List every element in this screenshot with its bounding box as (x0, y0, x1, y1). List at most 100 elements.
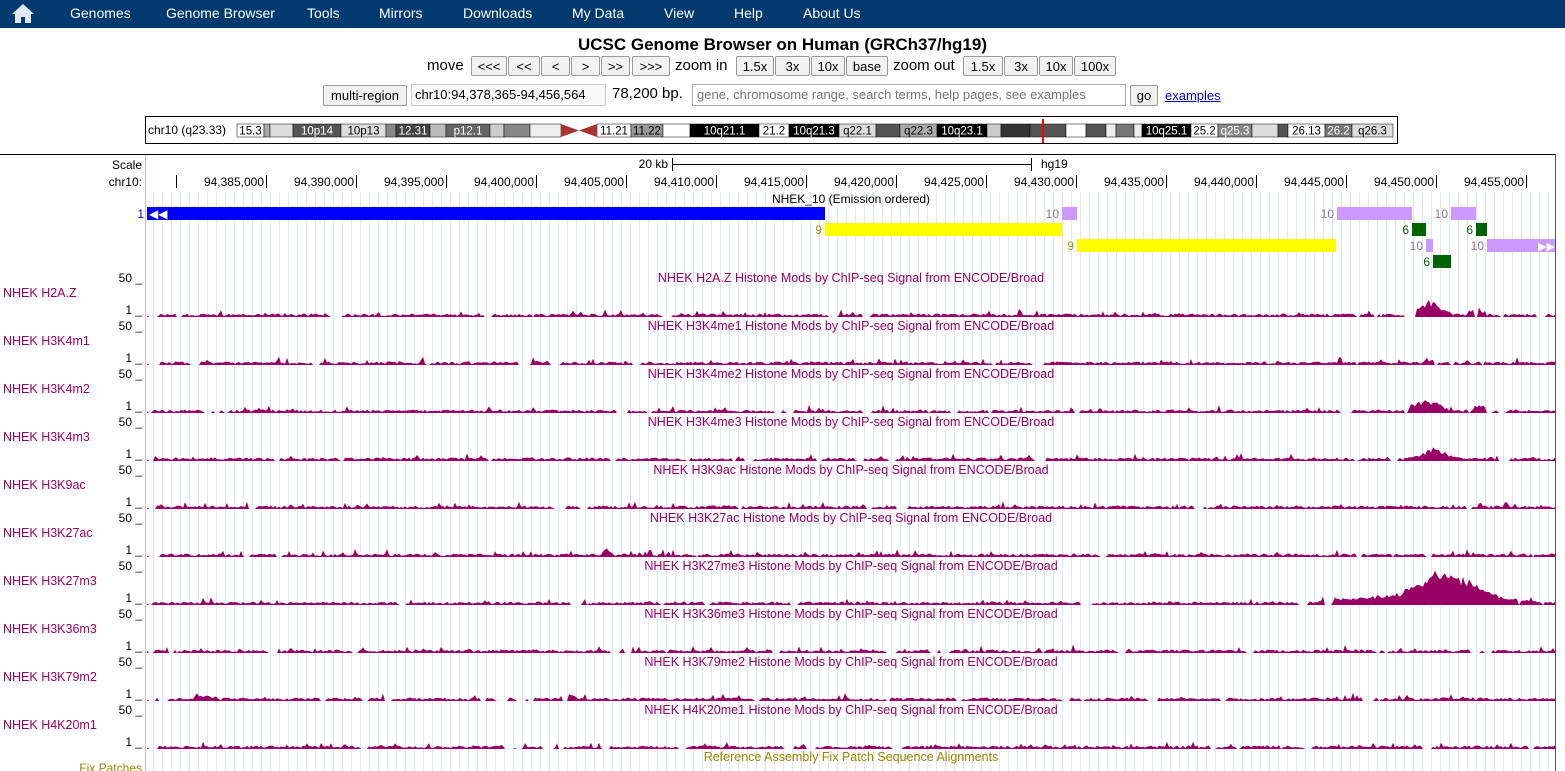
nav-help[interactable]: Help (734, 5, 763, 21)
signal-wiggle (147, 447, 1555, 461)
hmm-state-label: 10 (1435, 207, 1449, 221)
track-min-label: 1 _ (125, 687, 142, 701)
track-label: NHEK H3K9ac (3, 478, 86, 492)
ideogram-band (503, 123, 531, 138)
ideogram-band (875, 123, 901, 138)
hmm-state-block (1412, 223, 1426, 236)
ideogram-band-label: 11.22 (633, 126, 661, 138)
zoom-out-3x-button[interactable]: 3x (1004, 56, 1038, 76)
hmm-state-label: 10 (1046, 207, 1060, 221)
position-tick-label: 94,450,000 (1374, 175, 1434, 189)
move-left-far-button[interactable]: <<< (471, 56, 507, 76)
ideogram-band-label: 26.2 (1327, 126, 1349, 138)
ideogram-band-label: 10q21.1 (704, 126, 746, 138)
browser-tracks-panel[interactable]: Scale 20 kb hg19 chr10: 94,385,000 94,390,000… (0, 154, 1556, 771)
chromosome-ideogram[interactable]: chr10 (q23.33) 15.3 10p14 10p13 12.31 p12.1 1… (145, 116, 1398, 144)
zoom-in-1.5x-button[interactable]: 1.5x (736, 56, 774, 76)
hmm-state-label: 6 (1402, 223, 1409, 237)
move-right-button[interactable]: > (571, 56, 600, 76)
track-title: NHEK H3K27ac Histone Mods by ChIP-seq Si… (650, 511, 1052, 525)
hmm-state-block (1451, 207, 1476, 220)
ideogram-band-label: q22.3 (904, 126, 933, 138)
track-max-label: 50 _ (119, 607, 143, 621)
nav-genome-browser[interactable]: Genome Browser (166, 5, 275, 21)
signal-wiggle (147, 400, 1555, 413)
zoom-in-label: zoom in (675, 57, 728, 74)
top-navbar: Genomes Genome Browser Tools Mirrors Dow… (0, 0, 1565, 28)
zoom-out-10x-button[interactable]: 10x (1039, 56, 1073, 76)
ideogram-band (489, 123, 505, 138)
examples-link[interactable]: examples (1165, 88, 1221, 103)
ideogram-band (1000, 123, 1031, 138)
signal-wiggle (147, 300, 1555, 317)
signal-wiggle (147, 741, 1555, 749)
search-input[interactable]: gene, chromosome range, search terms, he… (692, 84, 1126, 106)
track-max-label: 50 _ (119, 511, 143, 525)
nav-my-data[interactable]: My Data (572, 5, 624, 21)
centromere (561, 124, 579, 137)
track-title: NHEK H4K20me1 Histone Mods by ChIP-seq S… (644, 703, 1057, 717)
track-title: NHEK H3K27me3 Histone Mods by ChIP-seq S… (644, 559, 1057, 573)
track-min-label: 1 _ (125, 591, 142, 605)
track-max-label: 50 _ (119, 367, 143, 381)
track-title: NHEK H3K4me1 Histone Mods by ChIP-seq Si… (648, 319, 1054, 333)
strand-arrow-icon: ▶▶ (1538, 241, 1555, 253)
hmm-state-label: 1 (137, 207, 144, 221)
hmm-state-block (1426, 239, 1433, 252)
track-max-label: 50 _ (119, 559, 143, 573)
ideogram-band (263, 123, 271, 138)
hmm-state-label: 6 (1466, 223, 1473, 237)
ideogram-band (662, 123, 691, 138)
scale-label: Scale (112, 158, 142, 172)
hmm-state-block (825, 223, 1062, 236)
track-label: NHEK H3K27m3 (3, 574, 97, 588)
zoom-out-100x-button[interactable]: 100x (1074, 56, 1116, 76)
multi-region-button[interactable]: multi-region (323, 85, 407, 106)
nav-genomes[interactable]: Genomes (70, 5, 131, 21)
track-max-label: 50 _ (119, 319, 143, 333)
go-button[interactable]: go (1130, 85, 1158, 106)
track-max-label: 50 _ (119, 463, 143, 477)
hmm-track-title: NHEK_10 (Emission ordered) (772, 192, 930, 206)
hmm-state-label: 9 (815, 223, 822, 237)
hmm-state-label: 10 (1321, 207, 1335, 221)
move-left-medium-button[interactable]: << (508, 56, 540, 76)
track-title: NHEK H3K4me3 Histone Mods by ChIP-seq Si… (648, 415, 1054, 429)
zoom-in-3x-button[interactable]: 3x (775, 56, 810, 76)
move-right-medium-button[interactable]: >> (601, 56, 630, 76)
ideogram-band-label: 11.21 (600, 126, 628, 138)
track-label: NHEK H3K4m1 (3, 334, 90, 348)
track-label: NHEK H3K79m2 (3, 670, 97, 684)
nav-downloads[interactable]: Downloads (463, 5, 532, 21)
hmm-state-label: 9 (1067, 239, 1074, 253)
scale-size-label: 20 kb (639, 157, 669, 171)
ideogram-band (1065, 123, 1087, 138)
ideogram-band-label: 25.2 (1193, 126, 1215, 138)
region-size: 78,200 bp. (612, 85, 683, 102)
track-max-label: 50 _ (119, 415, 143, 429)
position-field[interactable]: chr10:94,378,365-94,456,564 (411, 84, 606, 106)
nav-tools[interactable]: Tools (307, 5, 340, 21)
track-title: NHEK H2A.Z Histone Mods by ChIP-seq Sign… (658, 271, 1044, 285)
signal-wiggle (147, 570, 1555, 605)
position-tick-label: 94,390,000 (294, 175, 354, 189)
track-title: NHEK H3K79me2 Histone Mods by ChIP-seq S… (644, 655, 1057, 669)
signal-wiggle (147, 548, 1555, 557)
move-left-button[interactable]: < (541, 56, 570, 76)
nav-about-us[interactable]: About Us (803, 5, 861, 21)
zoom-out-label: zoom out (893, 57, 955, 74)
move-right-far-button[interactable]: >>> (632, 56, 670, 76)
nav-view[interactable]: View (664, 5, 694, 21)
home-icon[interactable] (10, 2, 36, 24)
zoom-in-base-button[interactable]: base (846, 56, 888, 76)
hmm-state-label: 6 (1423, 255, 1430, 269)
zoom-out-1.5x-button[interactable]: 1.5x (963, 56, 1003, 76)
nav-mirrors[interactable]: Mirrors (379, 5, 423, 21)
zoom-in-10x-button[interactable]: 10x (811, 56, 845, 76)
track-min-label: 1 _ (125, 351, 142, 365)
fix-patches-label: Fix Patches (79, 761, 142, 771)
track-label: NHEK H4K20m1 (3, 718, 97, 732)
ideogram-band-label: 10q23.1 (941, 126, 983, 138)
signal-wiggle (147, 356, 1555, 365)
track-title: NHEK H3K36me3 Histone Mods by ChIP-seq S… (644, 607, 1057, 621)
